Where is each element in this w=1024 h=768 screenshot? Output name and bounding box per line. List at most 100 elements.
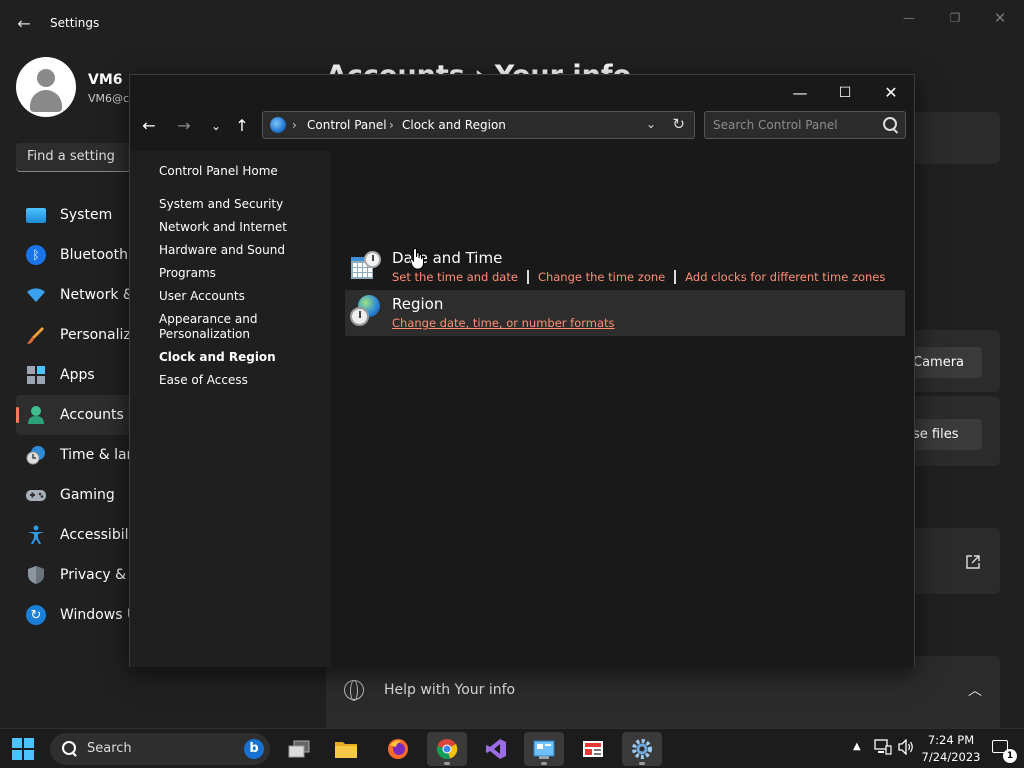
nav-item-label: Bluetooth & <box>60 247 131 263</box>
monitor-icon <box>26 207 46 223</box>
breadcrumb-clock-and-region[interactable]: Clock and Region <box>402 118 506 132</box>
taskbar: Search b ▲ 7:24 PM 7/24/2023 1 <box>0 728 1024 768</box>
nav-item-label: Time & lang <box>60 447 131 463</box>
user-name: VM6 <box>88 72 123 88</box>
link-add-clocks[interactable]: Add clocks for different time zones <box>685 270 885 284</box>
breadcrumb-control-panel[interactable]: Control Panel <box>307 118 387 132</box>
sidebar-item-control-panel-home[interactable]: Control Panel Home <box>159 164 319 179</box>
link-set-time-date[interactable]: Set the time and date <box>392 270 518 284</box>
maximize-icon[interactable]: ☐ <box>822 79 868 107</box>
nav-item-system[interactable]: System <box>16 195 131 235</box>
nav-item-label: Windows U <box>60 607 131 623</box>
avatar <box>16 57 76 117</box>
nav-item-time-language[interactable]: Time & lang <box>16 435 131 475</box>
find-setting-input[interactable]: Find a setting <box>16 143 131 172</box>
nav-item-apps[interactable]: Apps <box>16 355 131 395</box>
nav-item-privacy[interactable]: Privacy & se <box>16 555 131 595</box>
sidebar-item-system-security[interactable]: System and Security <box>159 197 319 212</box>
settings-nav: System ᛒ Bluetooth & Network & Personali… <box>16 195 131 635</box>
shield-icon <box>26 565 46 585</box>
region-icon[interactable] <box>350 295 382 327</box>
refresh-icon[interactable]: ↻ <box>672 115 685 133</box>
category-links: Set the time and date Change the time zon… <box>392 270 885 284</box>
link-change-time-zone[interactable]: Change the time zone <box>538 270 665 284</box>
wifi-icon <box>26 285 46 305</box>
back-arrow-icon[interactable]: ← <box>136 113 162 139</box>
taskbar-clock[interactable]: 7:24 PM 7/24/2023 <box>920 732 982 766</box>
chrome-icon[interactable] <box>427 732 467 766</box>
sidebar-item-network-internet[interactable]: Network and Internet <box>159 220 319 235</box>
user-email: VM6@c <box>88 92 130 105</box>
windows-start-icon[interactable] <box>12 738 34 760</box>
gamepad-icon <box>26 485 46 505</box>
nav-item-gaming[interactable]: Gaming <box>16 475 131 515</box>
taskbar-search-label: Search <box>87 741 132 756</box>
show-hidden-icons-chevron-icon[interactable]: ▲ <box>853 741 861 752</box>
nav-item-accessibility[interactable]: Accessibilit <box>16 515 131 555</box>
chevron-down-icon[interactable]: ⌄ <box>646 117 656 131</box>
close-icon[interactable]: ✕ <box>868 79 914 107</box>
news-widget-icon[interactable] <box>573 732 613 766</box>
search-icon <box>62 741 78 757</box>
control-panel-taskbar-icon[interactable] <box>524 732 564 766</box>
sidebar-item-programs[interactable]: Programs <box>159 266 319 281</box>
globe-icon <box>344 680 364 701</box>
sidebar-item-clock-region[interactable]: Clock and Region <box>159 350 319 365</box>
help-label: Help with Your info <box>384 682 516 698</box>
settings-gear-icon[interactable] <box>622 732 662 766</box>
chevron-up-icon[interactable]: ︿ <box>968 680 982 700</box>
clock-date: 7/24/2023 <box>921 750 981 764</box>
sidebar-item-appearance-personalization[interactable]: Appearance and Personalization <box>159 312 269 342</box>
breadcrumb-separator-icon[interactable]: › <box>389 118 394 132</box>
network-icon[interactable] <box>874 739 892 758</box>
taskbar-search[interactable]: Search b <box>50 733 270 765</box>
nav-item-label: Privacy & se <box>60 567 131 583</box>
visual-studio-icon[interactable] <box>476 732 516 766</box>
nav-item-windows-update[interactable]: ↻ Windows U <box>16 595 131 635</box>
notification-badge: 1 <box>1003 749 1017 763</box>
control-panel-globe-icon <box>270 117 286 133</box>
nav-item-network[interactable]: Network & <box>16 275 131 315</box>
volume-icon[interactable] <box>898 738 914 758</box>
nav-item-personalization[interactable]: Personaliza <box>16 315 131 355</box>
settings-titlebar: ← Settings — ❐ ✕ <box>0 0 1024 48</box>
forward-arrow-icon[interactable]: → <box>171 113 197 139</box>
nav-item-accounts[interactable]: Accounts <box>16 395 131 435</box>
minimize-icon[interactable]: — <box>894 8 924 28</box>
task-view-icon[interactable] <box>279 732 319 766</box>
nav-item-label: System <box>60 207 113 223</box>
search-control-panel-input[interactable] <box>704 111 906 139</box>
clock-time: 7:24 PM <box>927 733 975 747</box>
bluetooth-icon: ᛒ <box>26 245 46 265</box>
nav-item-label: Personaliza <box>60 327 131 343</box>
up-arrow-icon[interactable]: ↑ <box>229 113 255 139</box>
link-change-formats[interactable]: Change date, time, or number formats <box>392 316 615 330</box>
category-title[interactable]: Date and Time <box>392 249 502 267</box>
nav-item-bluetooth[interactable]: ᛒ Bluetooth & <box>16 235 131 275</box>
nav-item-label: Gaming <box>60 487 115 503</box>
external-link-icon[interactable] <box>966 554 980 569</box>
control-panel-sidebar: Control Panel Home System and Security N… <box>130 151 330 667</box>
file-explorer-icon[interactable] <box>326 732 366 766</box>
firefox-icon[interactable] <box>378 732 418 766</box>
address-bar[interactable]: › Control Panel › Clock and Region ⌄ ↻ <box>262 111 695 139</box>
accessibility-icon <box>26 525 46 545</box>
sidebar-item-user-accounts[interactable]: User Accounts <box>159 289 319 304</box>
nav-item-label: Apps <box>60 367 95 383</box>
clock-globe-icon <box>26 445 46 465</box>
breadcrumb-separator-icon[interactable]: › <box>292 118 297 132</box>
back-arrow-icon[interactable]: ← <box>14 14 34 34</box>
settings-title: Settings <box>50 16 100 30</box>
sidebar-item-ease-of-access[interactable]: Ease of Access <box>159 373 319 388</box>
apps-icon <box>26 365 46 385</box>
search-icon[interactable] <box>882 116 900 134</box>
sidebar-item-hardware-sound[interactable]: Hardware and Sound <box>159 243 319 258</box>
bing-icon[interactable]: b <box>244 739 264 759</box>
nav-item-label: Network & <box>60 287 131 303</box>
restore-icon[interactable]: ❐ <box>940 8 970 28</box>
category-title[interactable]: Region <box>392 295 443 313</box>
recent-locations-chevron-icon[interactable]: ⌄ <box>203 113 229 139</box>
close-icon[interactable]: ✕ <box>985 8 1015 28</box>
date-time-icon[interactable] <box>351 251 381 281</box>
minimize-icon[interactable]: — <box>777 79 823 107</box>
